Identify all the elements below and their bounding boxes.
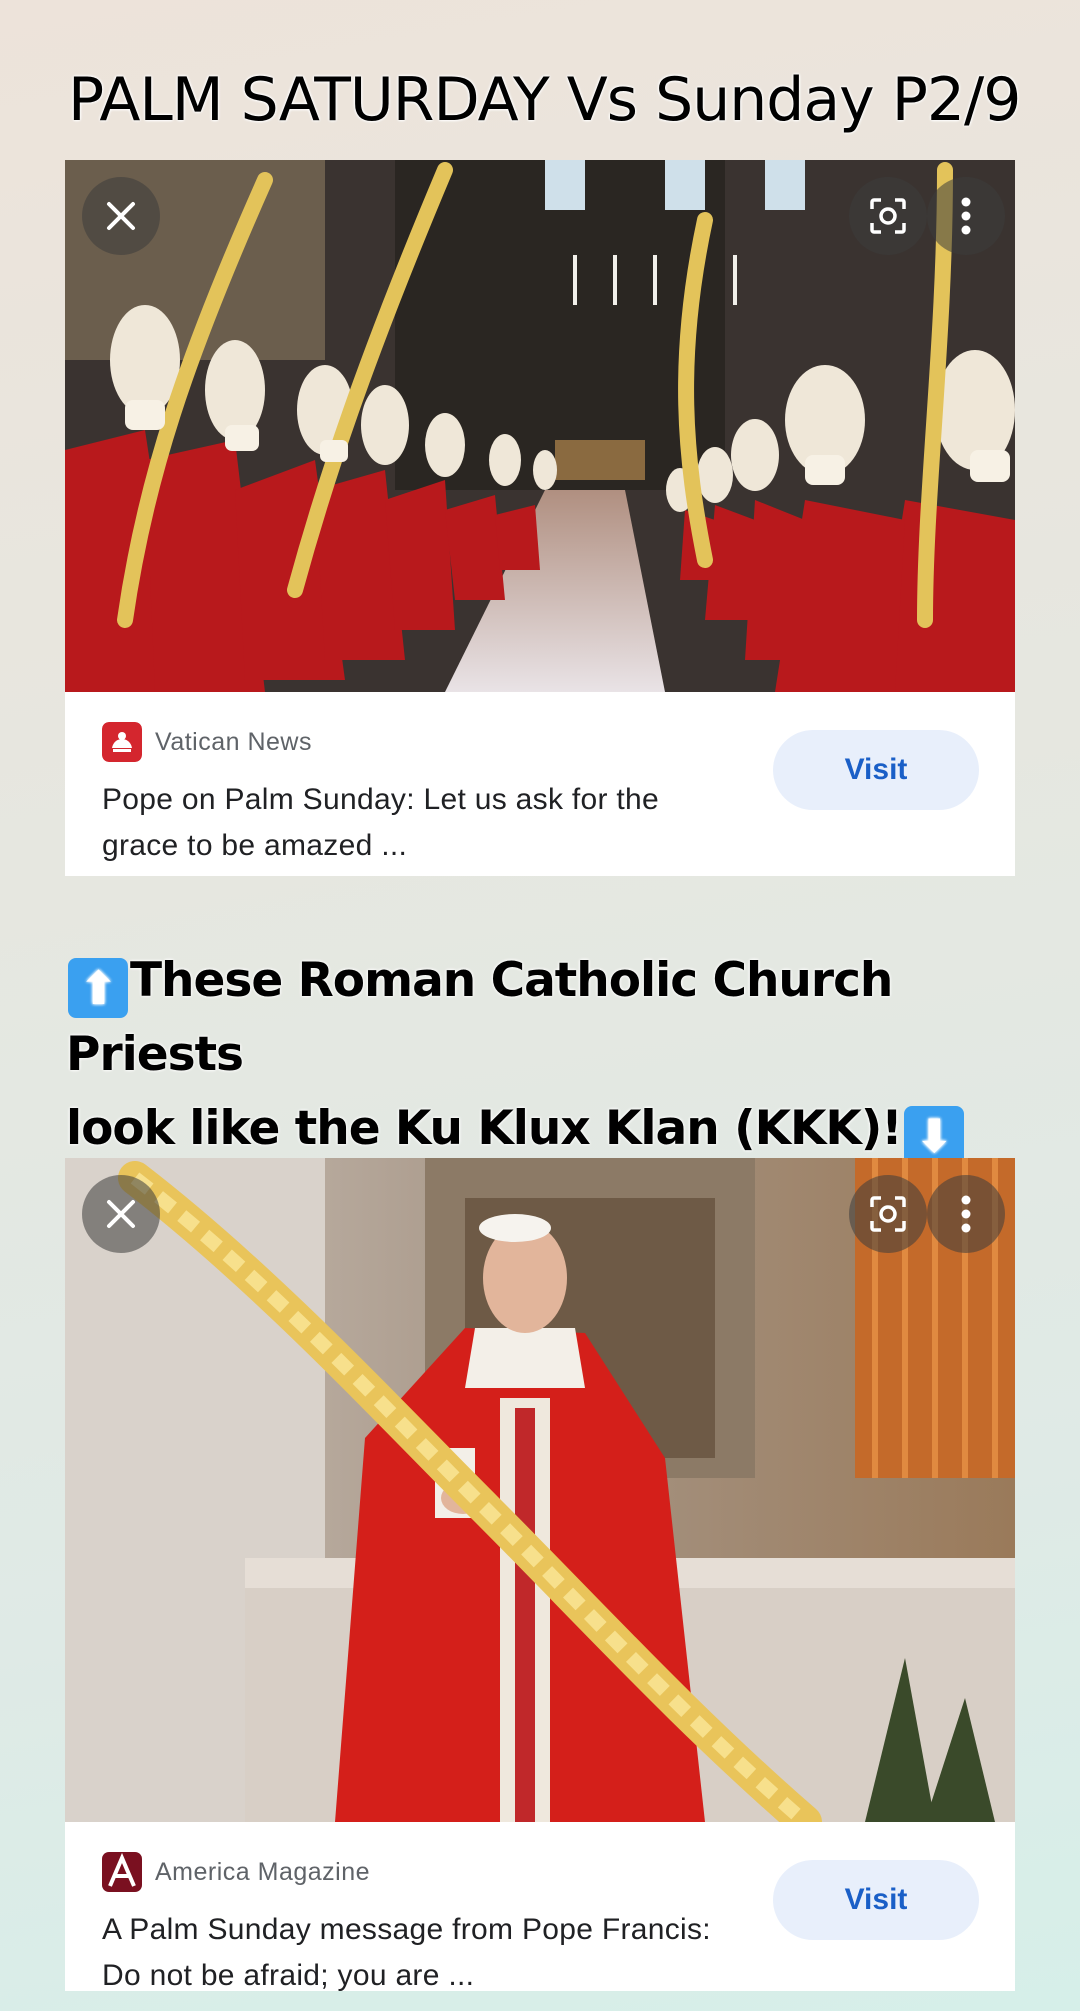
procession-photo[interactable]: [65, 160, 1015, 692]
image-result-card-1[interactable]: Vatican News Pope on Palm Sunday: Let us…: [65, 160, 1015, 876]
visit-button[interactable]: Visit: [773, 1860, 979, 1940]
more-vert-icon: [961, 197, 971, 235]
visit-button[interactable]: Visit: [773, 730, 979, 810]
result-headline[interactable]: A Palm Sunday message from Pope Francis:…: [102, 1907, 742, 1999]
close-image-button[interactable]: [82, 1175, 160, 1253]
more-options-button[interactable]: [927, 177, 1005, 255]
post-caption: ⬆ These Roman Catholic Church Priests loo…: [66, 944, 1026, 1166]
close-image-button[interactable]: [82, 177, 160, 255]
result-info: America Magazine A Palm Sunday message f…: [65, 1822, 1015, 1992]
down-arrow-icon: ⬇: [903, 1106, 964, 1166]
close-icon: [107, 202, 135, 230]
more-options-button[interactable]: [927, 1175, 1005, 1253]
lens-icon: [870, 1196, 906, 1232]
america-magazine-logo: [102, 1852, 142, 1892]
lens-button[interactable]: [849, 1175, 927, 1253]
close-icon: [107, 1200, 135, 1228]
caption-line-2: look like the Ku Klux Klan (KKK)!: [66, 1101, 903, 1156]
more-vert-icon: [961, 1195, 971, 1233]
caption-line-1: These Roman Catholic Church Priests: [66, 953, 893, 1082]
pope-photo[interactable]: [65, 1158, 1015, 1822]
image-result-card-2[interactable]: America Magazine A Palm Sunday message f…: [65, 1158, 1015, 1992]
source-name: America Magazine: [155, 1858, 371, 1886]
vatican-news-logo: [102, 722, 142, 762]
lens-button[interactable]: [849, 177, 927, 255]
post-title: PALM SATURDAY Vs Sunday P2/9: [68, 65, 1021, 135]
up-arrow-icon: ⬆: [68, 958, 128, 1018]
lens-icon: [870, 198, 906, 234]
pope-image: [65, 1158, 1015, 1822]
result-headline[interactable]: Pope on Palm Sunday: Let us ask for the …: [102, 777, 742, 869]
source-name: Vatican News: [155, 728, 312, 756]
result-info: Vatican News Pope on Palm Sunday: Let us…: [65, 692, 1015, 876]
